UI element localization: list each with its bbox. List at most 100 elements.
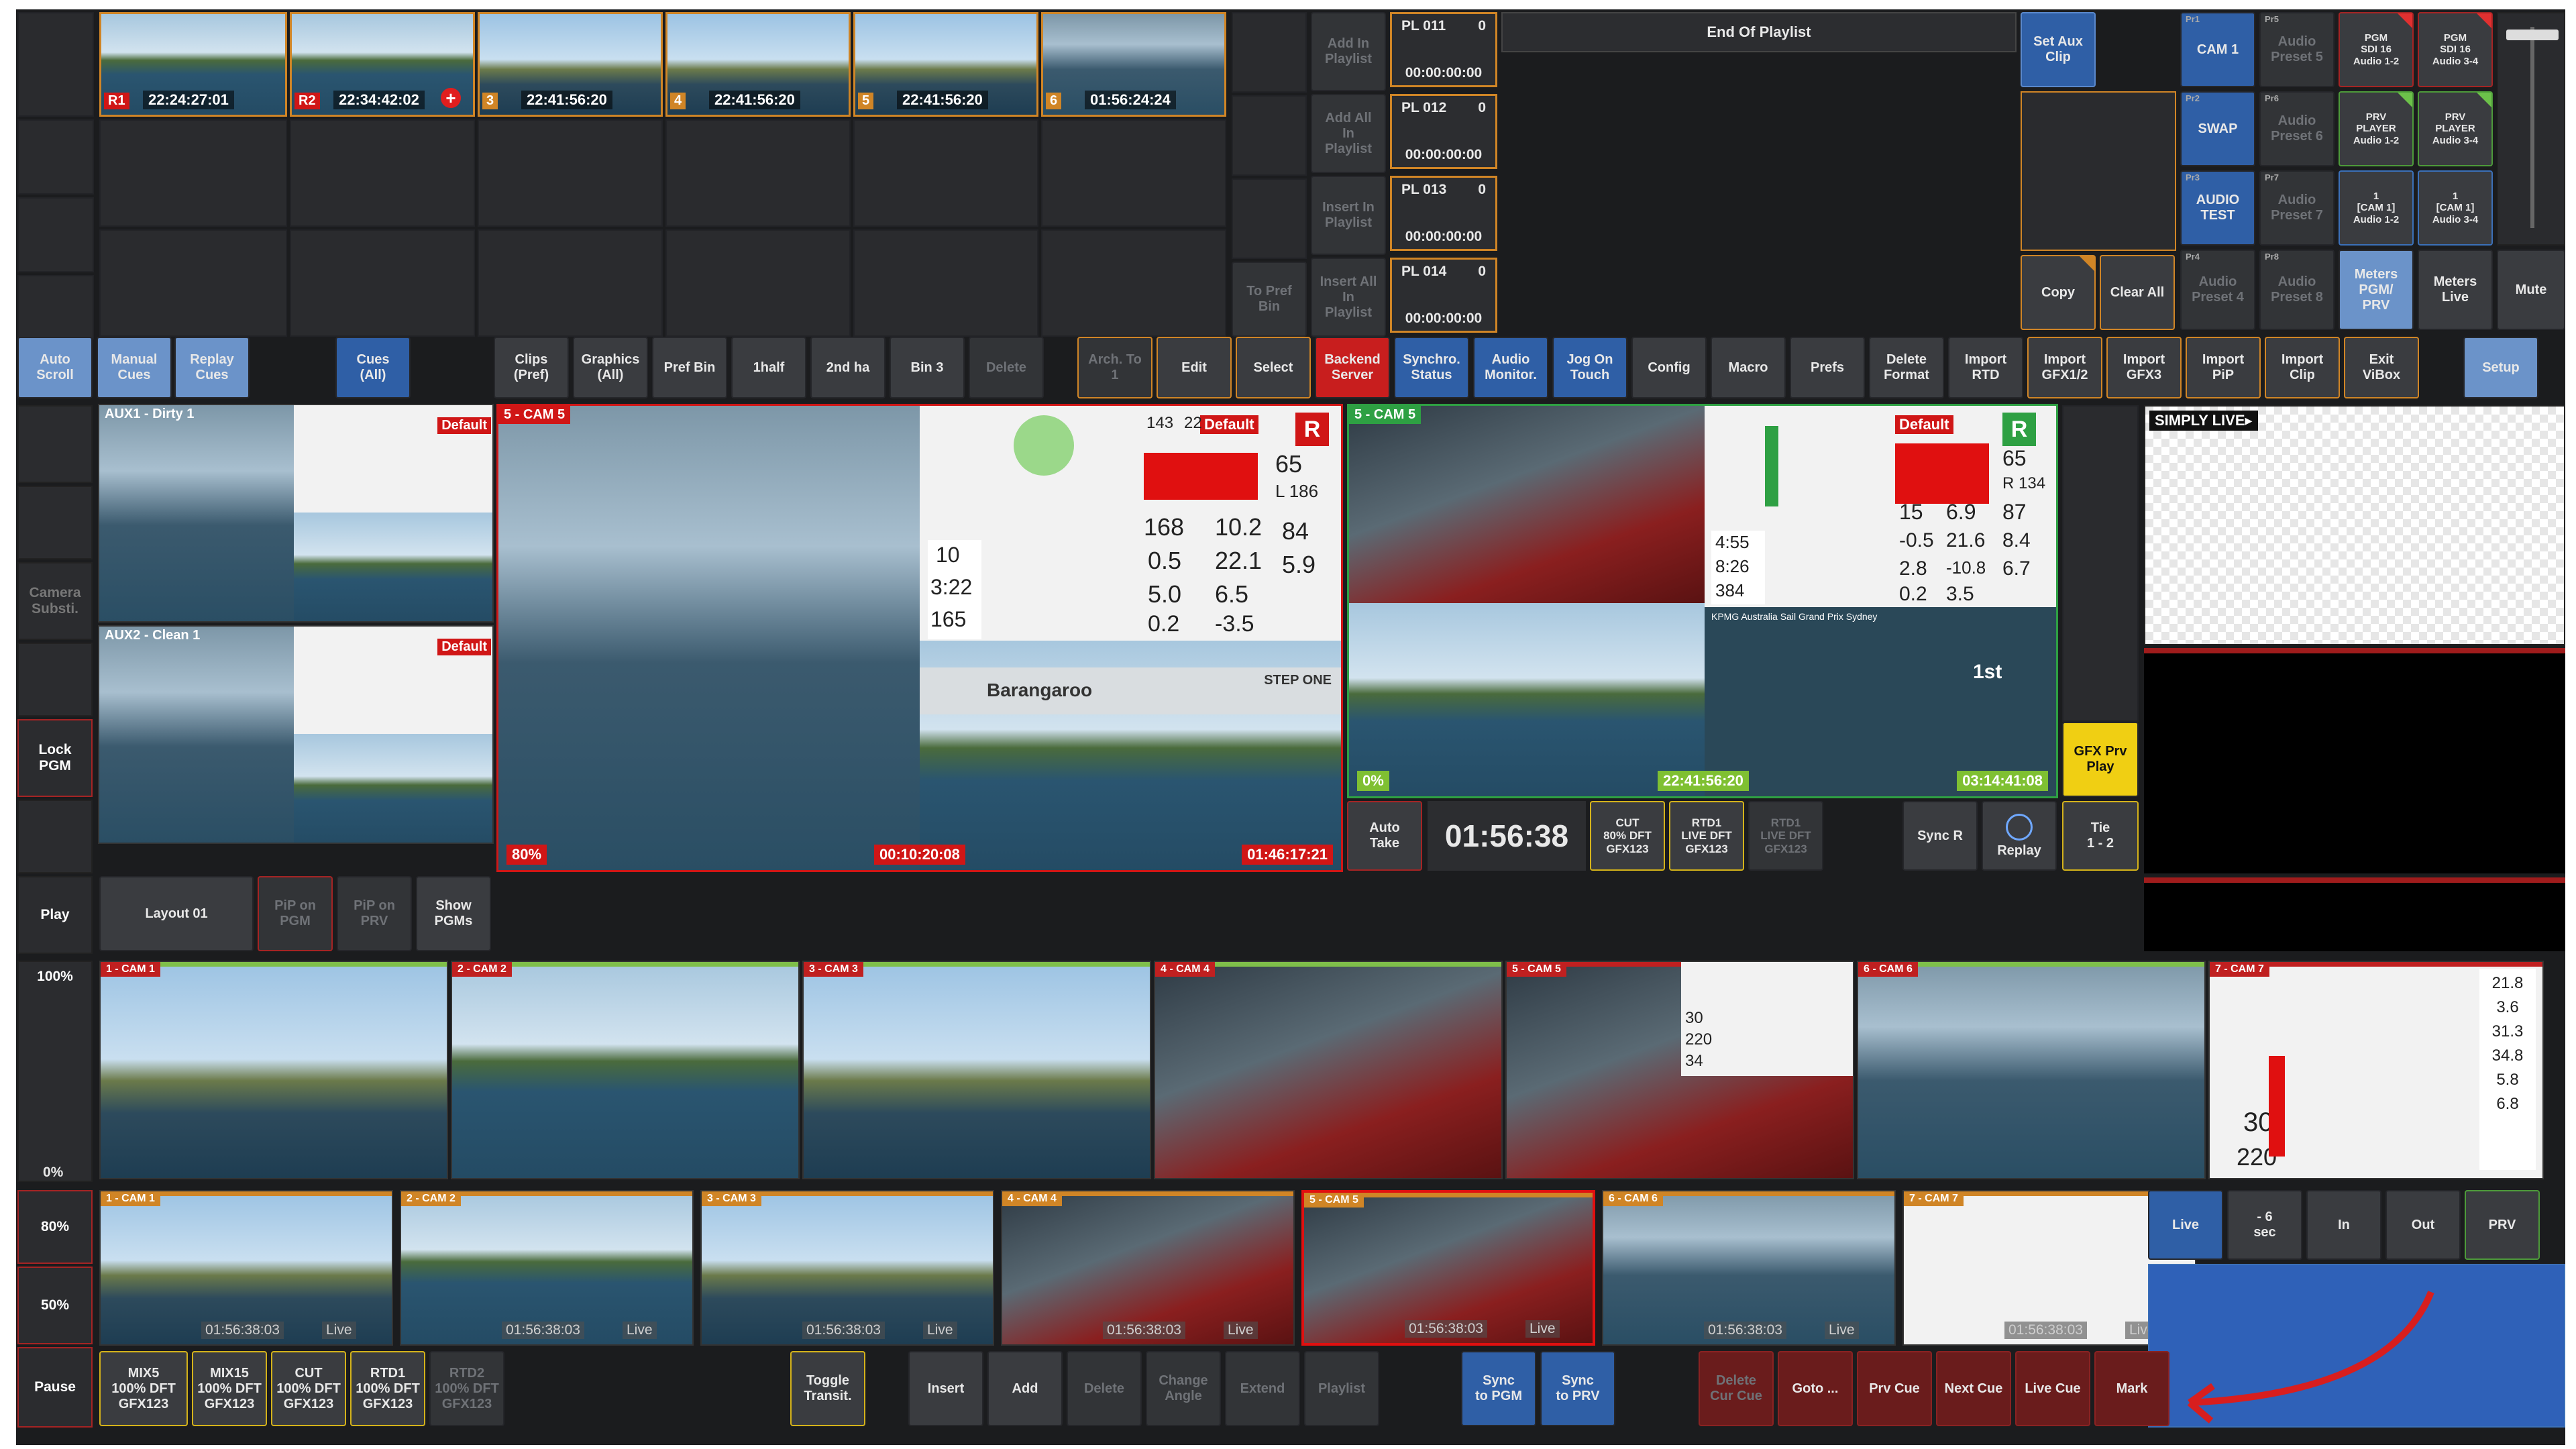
clip-slot[interactable] <box>478 229 663 337</box>
playlist-item[interactable]: PL 011 0 00:00:00:00 <box>1390 12 1497 87</box>
layout-01-button[interactable]: Layout 01 <box>99 876 254 951</box>
clip-thumb-5[interactable]: 5 22:41:56:20 <box>853 12 1038 117</box>
clip-slot[interactable] <box>290 119 475 227</box>
aux2-monitor[interactable]: Default AUX2 - Clean 1 <box>98 625 494 844</box>
macro-button[interactable]: Macro <box>1711 337 1786 398</box>
set-aux-clip-button[interactable]: Set Aux Clip <box>2021 12 2096 87</box>
clip-slot[interactable] <box>665 229 851 337</box>
manual-cues-button[interactable]: Manual Cues <box>97 337 172 398</box>
clip-thumb-1[interactable]: R1 22:24:27:01 <box>99 12 287 117</box>
show-pgms-button[interactable]: Show PGMs <box>416 876 491 951</box>
pause-button[interactable]: Pause <box>17 1347 93 1428</box>
clip-thumb-2[interactable]: R2 22:34:42:02 + <box>290 12 475 117</box>
arch-to-1-button[interactable]: Arch. To 1 <box>1077 337 1152 398</box>
transition-preset-button[interactable]: CUT 100% DFT GFX123 <box>271 1351 346 1426</box>
aux1-monitor[interactable]: Default AUX1 - Dirty 1 <box>98 404 494 623</box>
prv-button[interactable]: PRV <box>2465 1190 2540 1260</box>
delete-button[interactable]: Delete <box>969 337 1044 398</box>
mark-button[interactable]: Mark <box>2094 1351 2169 1426</box>
prv-player-audio-1-2[interactable]: PRV PLAYER Audio 1-2 <box>2339 91 2414 166</box>
1half-button[interactable]: 1half <box>731 337 806 398</box>
fader-handle[interactable] <box>2506 30 2559 40</box>
toggle-transit-button[interactable]: Toggle Transit. <box>790 1351 865 1426</box>
camera-subst-button[interactable]: Camera Substi. <box>17 562 93 640</box>
clip-slot[interactable] <box>99 119 287 227</box>
program-monitor[interactable]: Default R 65 R 134 15 6.9 87 -0.5 21.6 8… <box>1347 404 2058 798</box>
camera-tile-small[interactable]: 3 - CAM 3 01:56:38:03 Live <box>700 1190 994 1346</box>
replay-button[interactable]: Replay <box>1982 801 2057 871</box>
copy-button[interactable]: Copy <box>2021 255 2096 330</box>
preset-audio-test[interactable]: Pr3 AUDIO TEST <box>2180 170 2255 246</box>
preset-cam-1[interactable]: Pr1 CAM 1 <box>2180 12 2255 87</box>
cam1-audio-3-4[interactable]: 1 [CAM 1] Audio 3-4 <box>2418 170 2493 246</box>
clip-thumb-4[interactable]: 4 22:41:56:20 <box>665 12 851 117</box>
preset-swap[interactable]: Pr2 SWAP <box>2180 91 2255 166</box>
audio-preset-8[interactable]: Pr8 Audio Preset 8 <box>2259 250 2334 330</box>
jog-area[interactable] <box>2148 1264 2565 1428</box>
audio-preset-7[interactable]: Pr7 Audio Preset 7 <box>2259 170 2334 246</box>
to-pref-bin-button[interactable]: To Pref Bin <box>1232 262 1307 337</box>
import-rtd-button[interactable]: Import RTD <box>1948 337 2023 398</box>
playlist-button[interactable]: Playlist <box>1304 1351 1379 1426</box>
clip-slot[interactable] <box>290 229 475 337</box>
clip-slot[interactable] <box>853 229 1038 337</box>
pref-bin-button[interactable]: Pref Bin <box>652 337 727 398</box>
transition-preset-button[interactable]: RTD1 100% DFT GFX123 <box>350 1351 425 1426</box>
add-all-in-playlist-button[interactable]: Add All In Playlist <box>1311 94 1386 173</box>
insert-all-in-playlist-button[interactable]: Insert All In Playlist <box>1311 258 1386 337</box>
camera-tile-small[interactable]: 6 - CAM 6 01:56:38:03 Live <box>1602 1190 1896 1346</box>
goto-button[interactable]: Goto ... <box>1778 1351 1853 1426</box>
auto-scroll-button[interactable]: Auto Scroll <box>17 337 93 398</box>
transition-preset-button[interactable]: MIX5 100% DFT GFX123 <box>99 1351 188 1426</box>
camera-tile-large[interactable]: 2 - CAM 2 <box>451 961 800 1179</box>
delete-cur-cue-button[interactable]: Delete Cur Cue <box>1699 1351 1774 1426</box>
clip-thumb-6[interactable]: 6 01:56:24:24 <box>1041 12 1226 117</box>
audio-monitor-button[interactable]: Audio Monitor. <box>1473 337 1548 398</box>
import-gfx12-button[interactable]: Import GFX1/2 <box>2027 337 2102 398</box>
cam1-audio-1-2[interactable]: 1 [CAM 1] Audio 1-2 <box>2339 170 2414 246</box>
pip-on-pgm-button[interactable]: PiP on PGM <box>258 876 333 951</box>
pip-on-prv-button[interactable]: PiP on PRV <box>337 876 412 951</box>
change-angle-button[interactable]: Change Angle <box>1146 1351 1221 1426</box>
camera-tile-small[interactable]: 5 - CAM 5 01:56:38:03 Live <box>1301 1190 1595 1346</box>
prefs-button[interactable]: Prefs <box>1790 337 1865 398</box>
camera-tile-large[interactable]: 7 - CAM 7 21.8 3.6 31.3 34.8 5.8 6.8 30 220 <box>2208 961 2544 1179</box>
insert-in-playlist-button[interactable]: Insert In Playlist <box>1311 176 1386 255</box>
live-cue-button[interactable]: Live Cue <box>2015 1351 2090 1426</box>
speed-80-percent[interactable]: 80% <box>17 1190 93 1264</box>
camera-tile-large[interactable]: 3 - CAM 3 <box>802 961 1151 1179</box>
backend-server-button[interactable]: Backend Server <box>1315 337 1390 398</box>
meters-live-button[interactable]: Meters Live <box>2418 250 2493 330</box>
delete-button[interactable]: Delete <box>1067 1351 1142 1426</box>
clip-slot[interactable] <box>853 119 1038 227</box>
replay-cues-button[interactable]: Replay Cues <box>174 337 250 398</box>
speed-50-percent[interactable]: 50% <box>17 1267 93 1344</box>
extend-button[interactable]: Extend <box>1225 1351 1300 1426</box>
next-cue-button[interactable]: Next Cue <box>1936 1351 2011 1426</box>
clip-slot[interactable] <box>1041 119 1226 227</box>
clips-pref-button[interactable]: Clips (Pref) <box>494 337 569 398</box>
mute-button[interactable]: Mute <box>2497 250 2565 330</box>
2nd-ha-button[interactable]: 2nd ha <box>810 337 885 398</box>
import-pip-button[interactable]: Import PiP <box>2186 337 2261 398</box>
camera-tile-small[interactable]: 4 - CAM 4 01:56:38:03 Live <box>1001 1190 1295 1346</box>
clip-slot[interactable] <box>478 119 663 227</box>
setup-button[interactable]: Setup <box>2463 337 2538 398</box>
prv-cue-button[interactable]: Prv Cue <box>1857 1351 1932 1426</box>
playlist-item[interactable]: PL 013 0 00:00:00:00 <box>1390 176 1497 251</box>
edit-button[interactable]: Edit <box>1157 337 1232 398</box>
sync-to-pgm-button[interactable]: Sync to PGM <box>1461 1351 1536 1426</box>
exit-vibox-button[interactable]: Exit ViBox <box>2344 337 2419 398</box>
audio-preset-4[interactable]: Pr4 Audio Preset 4 <box>2180 250 2255 330</box>
audio-preset-5[interactable]: Pr5 Audio Preset 5 <box>2259 12 2334 87</box>
rtd1b-transition-button[interactable]: RTD1 LIVE DFT GFX123 <box>1748 801 1823 871</box>
auto-take-button[interactable]: Auto Take <box>1347 801 1422 871</box>
playlist-item[interactable]: PL 014 0 00:00:00:00 <box>1390 258 1497 333</box>
graphics-all-button[interactable]: Graphics (All) <box>573 337 648 398</box>
select-button[interactable]: Select <box>1236 337 1311 398</box>
import-clip-button[interactable]: Import Clip <box>2265 337 2340 398</box>
jog-on-touch-button[interactable]: Jog On Touch <box>1552 337 1627 398</box>
delete-format-button[interactable]: Delete Format <box>1869 337 1944 398</box>
preview-monitor[interactable]: Default R 143 22 65 L 186 168 10.2 84 0.… <box>496 404 1343 872</box>
sync-to-prv-button[interactable]: Sync to PRV <box>1540 1351 1615 1426</box>
